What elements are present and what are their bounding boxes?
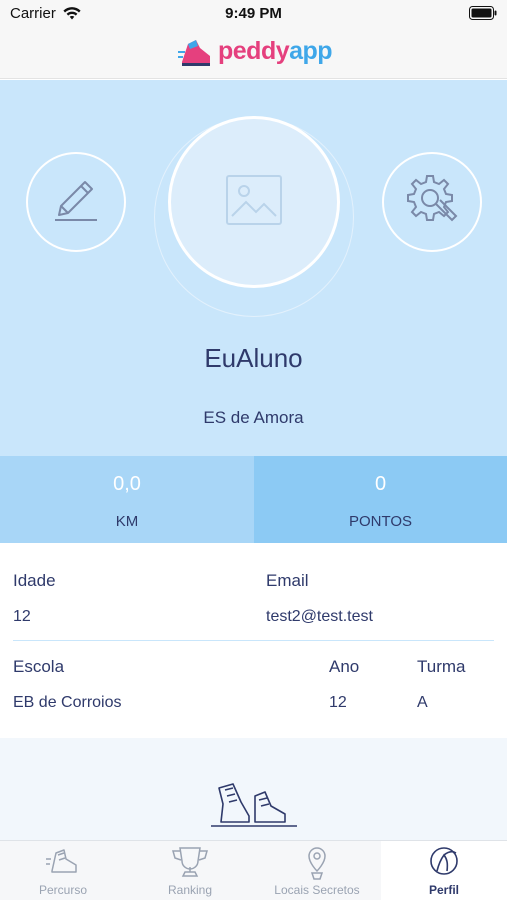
- shoes-icon: [211, 782, 297, 833]
- email-label: Email: [266, 571, 309, 590]
- battery-icon: [469, 6, 497, 25]
- profile-details: Idade 12 Email test2@test.test Escola EB…: [0, 543, 507, 738]
- tab-perfil[interactable]: Perfil: [381, 841, 507, 900]
- class-value: A: [417, 694, 428, 711]
- profile-hero: EuAluno ES de Amora: [0, 80, 507, 456]
- points-label: PONTOS: [348, 513, 413, 530]
- km-label: KM: [115, 513, 139, 530]
- age-label: Idade: [13, 571, 56, 590]
- app-header: peddyapp: [0, 30, 507, 79]
- school-value: EB de Corroios: [13, 694, 122, 711]
- tab-label-perfil: Perfil: [428, 883, 459, 897]
- tab-ranking[interactable]: Ranking: [127, 841, 253, 900]
- map-pin-icon: [254, 845, 380, 881]
- email-value: test2@test.test: [266, 608, 373, 625]
- tab-percurso[interactable]: Percurso: [0, 841, 126, 900]
- km-value: 0,0: [113, 473, 141, 495]
- trophy-icon: [127, 845, 253, 879]
- points-value: 0: [374, 473, 387, 495]
- profile-name: EuAluno: [204, 343, 303, 373]
- tab-label-ranking: Ranking: [167, 883, 213, 897]
- settings-button[interactable]: [382, 152, 482, 252]
- year-label: Ano: [329, 657, 360, 676]
- status-bar: Carrier 9:49 PM: [0, 0, 507, 30]
- points-stat: 0 PONTOS: [254, 456, 507, 543]
- pencil-icon: [49, 173, 103, 232]
- avatar[interactable]: [168, 116, 340, 288]
- footer-illustration-area: [0, 738, 507, 840]
- tab-label-locais-secretos: Locais Secretos: [274, 883, 360, 897]
- km-stat: 0,0 KM: [0, 456, 254, 543]
- status-time: 9:49 PM: [225, 5, 282, 22]
- logo-text-part2: app: [289, 37, 333, 65]
- tab-label-percurso: Percurso: [38, 883, 88, 897]
- details-divider: [13, 640, 494, 641]
- year-value: 12: [329, 694, 347, 711]
- profile-icon: [381, 845, 507, 881]
- tab-bar: Percurso Ranking Locais Secretos Perfil: [0, 840, 507, 900]
- gear-wrench-icon: [402, 170, 462, 235]
- age-value: 12: [13, 608, 31, 625]
- tab-locais-secretos[interactable]: Locais Secretos: [254, 841, 380, 900]
- edit-profile-button[interactable]: [26, 152, 126, 252]
- school-label: Escola: [13, 657, 65, 676]
- profile-school: ES de Amora: [203, 408, 304, 427]
- logo-shoe-icon: [178, 36, 214, 75]
- app-logo: peddyapp: [218, 37, 333, 66]
- class-label: Turma: [417, 657, 466, 676]
- image-placeholder-icon: [224, 170, 284, 235]
- shoe-icon: [0, 845, 126, 879]
- logo-text-part1: peddy: [218, 37, 290, 65]
